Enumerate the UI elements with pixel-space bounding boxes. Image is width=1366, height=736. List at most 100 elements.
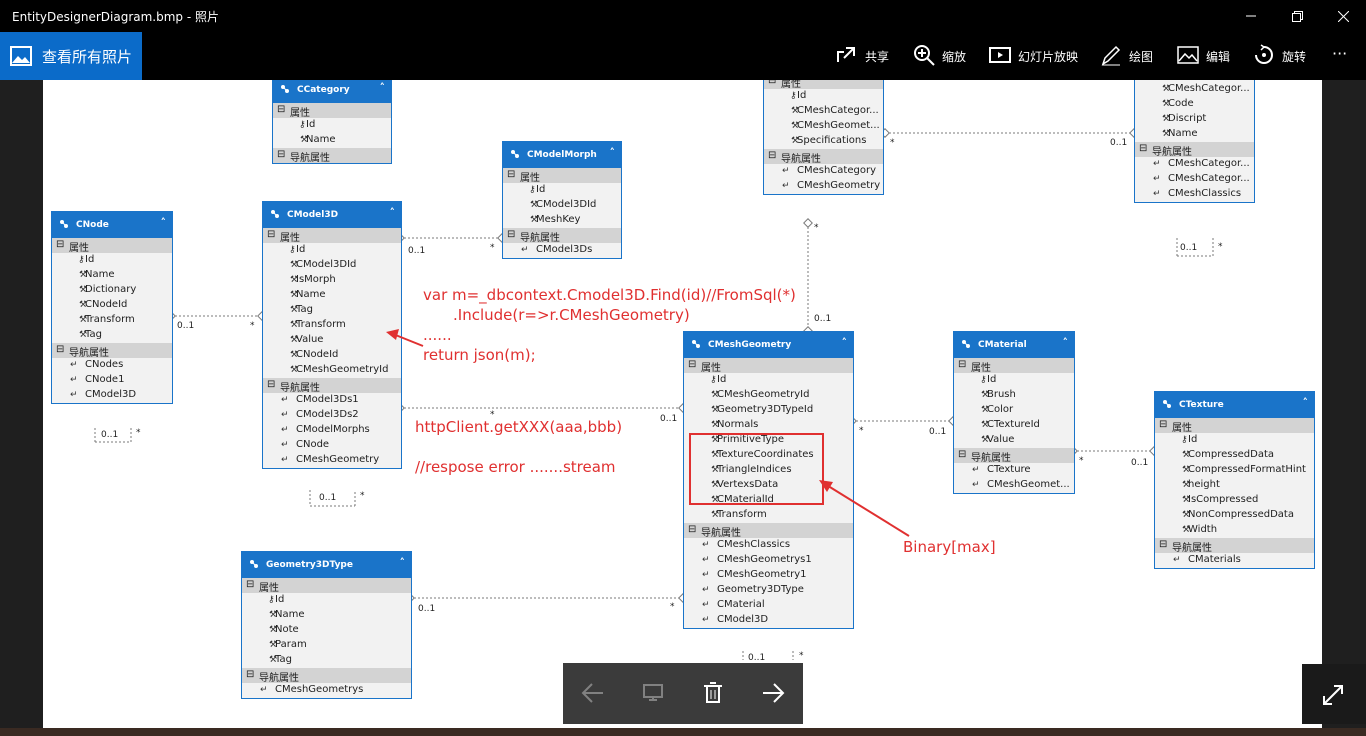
next-button[interactable] bbox=[743, 663, 803, 724]
collapse-section-icon[interactable]: ⊟ bbox=[507, 229, 515, 240]
property-row[interactable]: ⚒ CMeshCategor... bbox=[1135, 82, 1254, 97]
properties-section-header[interactable]: ⊟ 属性 bbox=[52, 238, 172, 254]
entity-header[interactable]: CNode ˄ bbox=[52, 212, 172, 238]
entity-header[interactable]: CMaterial ˄ bbox=[954, 332, 1074, 358]
property-row[interactable]: ⚒ IsCompressed bbox=[1155, 493, 1314, 508]
property-row[interactable]: ⚒ CModel3DId bbox=[263, 258, 401, 273]
collapse-section-icon[interactable]: ⊟ bbox=[277, 149, 285, 160]
property-row[interactable]: ⚒ Code bbox=[1135, 97, 1254, 112]
navigation-section-header[interactable]: ⊟ 导航属性 bbox=[684, 523, 853, 539]
property-row[interactable]: ⚒ Color bbox=[954, 403, 1074, 418]
collapse-icon[interactable]: ˄ bbox=[610, 146, 616, 159]
collapse-section-icon[interactable]: ⊟ bbox=[768, 150, 776, 161]
more-button[interactable]: ··· bbox=[1330, 32, 1360, 80]
property-row[interactable]: ⚒ Name bbox=[242, 608, 411, 623]
navigation-row[interactable]: ↵ CMaterial bbox=[684, 598, 853, 613]
restore-button[interactable] bbox=[1274, 0, 1320, 32]
collapse-section-icon[interactable]: ⊟ bbox=[958, 359, 966, 370]
property-row[interactable]: ⚒ Brush bbox=[954, 388, 1074, 403]
property-row[interactable]: ⚒ Specifications bbox=[764, 134, 883, 149]
property-row[interactable]: ⚒ Geometry3DTypeId bbox=[684, 403, 853, 418]
navigation-row[interactable]: ↵ CMeshCategory bbox=[764, 164, 883, 179]
entity-cmeshcategory[interactable]: CMeshCategory˄⊟属性⚷Id⚒CMeshCategor...⚒CMe… bbox=[763, 80, 884, 195]
collapse-section-icon[interactable]: ⊟ bbox=[56, 239, 64, 250]
collapse-icon[interactable]: ˄ bbox=[1303, 396, 1309, 409]
navigation-row[interactable]: ↵ CModel3Ds bbox=[503, 243, 621, 258]
property-row[interactable]: ⚷Id bbox=[954, 373, 1074, 388]
navigation-section-header[interactable]: ⊟ 导航属性 bbox=[273, 148, 391, 164]
navigation-section-header[interactable]: ⊟ 导航属性 bbox=[52, 343, 172, 359]
navigation-section-header[interactable]: ⊟ 导航属性 bbox=[954, 448, 1074, 464]
entity-geometry3dtype[interactable]: Geometry3DType ˄ ⊟ 属性 ⚷ Id ⚒ Name ⚒ Note ⚒ Param ⚒ Ta… bbox=[241, 551, 412, 699]
minimize-button[interactable] bbox=[1228, 0, 1274, 32]
rotate-button[interactable]: 旋转 bbox=[1253, 32, 1313, 80]
properties-section-header[interactable]: ⊟ 属性 bbox=[954, 358, 1074, 374]
collapse-section-icon[interactable]: ⊟ bbox=[246, 669, 254, 680]
properties-section-header[interactable]: ⊟ 属性 bbox=[684, 358, 853, 374]
property-row[interactable]: ⚷Id bbox=[764, 89, 883, 104]
property-row[interactable]: ⚒ Name bbox=[1135, 127, 1254, 142]
navigation-row[interactable]: ↵ CNode bbox=[263, 438, 401, 453]
share-button[interactable]: 共享 bbox=[836, 32, 896, 80]
navigation-row[interactable]: ↵ CMeshGeometry bbox=[764, 179, 883, 194]
collapse-section-icon[interactable]: ⊟ bbox=[277, 104, 285, 115]
property-row[interactable]: ⚒ Name bbox=[273, 133, 391, 148]
navigation-row[interactable]: ↵ CMeshCategor... bbox=[1135, 172, 1254, 187]
property-row[interactable]: ⚒ Name bbox=[263, 288, 401, 303]
entity-header[interactable]: CModelMorph ˄ bbox=[503, 142, 621, 168]
property-row[interactable]: ⚒ Transform bbox=[263, 318, 401, 333]
collapse-section-icon[interactable]: ⊟ bbox=[688, 524, 696, 535]
property-row[interactable]: ⚒ CModel3DId bbox=[503, 198, 621, 213]
navigation-row[interactable]: ↵ CMeshCategor... bbox=[1135, 157, 1254, 172]
navigation-row[interactable]: ↵ CMeshClassics bbox=[684, 538, 853, 553]
entity-cmodelmorph[interactable]: CModelMorph ˄ ⊟ 属性 ⚷ Id ⚒ CModel3DId ⚒ MeshKey ⊟ 导航… bbox=[502, 141, 622, 259]
entity-ccategory[interactable]: CCategory ˄ ⊟ 属性 ⚷ Id ⚒ Name ⊟ 导航属性 bbox=[272, 80, 392, 164]
entity-header[interactable]: CTexture ˄ bbox=[1155, 392, 1314, 418]
entity-header[interactable]: Geometry3DType ˄ bbox=[242, 552, 411, 578]
entity-header[interactable]: CMeshGeometry ˄ bbox=[684, 332, 853, 358]
navigation-row[interactable]: ↵ CMeshGeomet... bbox=[954, 478, 1074, 493]
collapse-section-icon[interactable]: ⊟ bbox=[267, 379, 275, 390]
collapse-icon[interactable]: ˄ bbox=[161, 216, 167, 229]
property-row[interactable]: ⚒ Note bbox=[242, 623, 411, 638]
property-row[interactable]: ⚷Id bbox=[263, 243, 401, 258]
entity-cmodel3d[interactable]: CModel3D ˄ ⊟ 属性 ⚷ Id ⚒ CModel3DId ⚒ IsMorph ⚒ Name ⚒… bbox=[262, 201, 402, 469]
close-button[interactable] bbox=[1320, 0, 1366, 32]
collapse-section-icon[interactable]: ⊟ bbox=[246, 579, 254, 590]
navigation-row[interactable]: ↵ CMeshGeometry bbox=[263, 453, 401, 468]
collapse-icon[interactable]: ˄ bbox=[380, 81, 386, 94]
property-row[interactable]: ⚒ Dictionary bbox=[52, 283, 172, 298]
entity-cnode[interactable]: CNode ˄ ⊟ 属性 ⚷ Id ⚒ Name ⚒ Dictionary ⚒ CNodeId ⚒ Tra… bbox=[51, 211, 173, 404]
navigation-row[interactable]: ↵ CMeshClassics bbox=[1135, 187, 1254, 202]
entity-header[interactable]: CModel3D ˄ bbox=[263, 202, 401, 228]
property-row[interactable]: ⚒ CMeshGeomet... bbox=[764, 119, 883, 134]
property-row[interactable]: ⚒ CMeshGeometryId bbox=[684, 388, 853, 403]
property-row[interactable]: ⚒ Transform bbox=[684, 508, 853, 523]
property-row[interactable]: ⚒ height bbox=[1155, 478, 1314, 493]
collapse-section-icon[interactable]: ⊟ bbox=[267, 229, 275, 240]
property-row[interactable]: ⚒ Transform bbox=[52, 313, 172, 328]
edit-button[interactable]: 编辑 bbox=[1177, 32, 1237, 80]
collapse-section-icon[interactable]: ⊟ bbox=[1159, 419, 1167, 430]
navigation-section-header[interactable]: ⊟ 导航属性 bbox=[242, 668, 411, 684]
property-row[interactable]: ⚒ Name bbox=[52, 268, 172, 283]
property-row[interactable]: ⚒ CMeshGeometryId bbox=[263, 363, 401, 378]
slideshow-nav-button[interactable] bbox=[623, 663, 683, 724]
collapse-icon[interactable]: ˄ bbox=[400, 556, 406, 569]
properties-section-header[interactable]: ⊟ 属性 bbox=[1155, 418, 1314, 434]
collapse-section-icon[interactable]: ⊟ bbox=[507, 169, 515, 180]
delete-button[interactable] bbox=[683, 663, 743, 724]
navigation-row[interactable]: ↵ Geometry3DType bbox=[684, 583, 853, 598]
properties-section-header[interactable]: ⊟ 属性 bbox=[273, 103, 391, 119]
entity-header[interactable]: CCategory ˄ bbox=[273, 80, 391, 103]
navigation-row[interactable]: ↵ CModel3Ds1 bbox=[263, 393, 401, 408]
navigation-section-header[interactable]: ⊟ 导航属性 bbox=[263, 378, 401, 394]
collapse-section-icon[interactable]: ⊟ bbox=[56, 344, 64, 355]
property-row[interactable]: ⚷Id bbox=[242, 593, 411, 608]
properties-section-header[interactable]: ⊟ 属性 bbox=[263, 228, 401, 244]
collapse-section-icon[interactable]: ⊟ bbox=[688, 359, 696, 370]
property-row[interactable]: ⚒ IsMorph bbox=[263, 273, 401, 288]
collapse-section-icon[interactable]: ⊟ bbox=[768, 80, 776, 86]
property-row[interactable]: ⚒ MeshKey bbox=[503, 213, 621, 228]
navigation-section-header[interactable]: ⊟ 导航属性 bbox=[764, 149, 883, 165]
